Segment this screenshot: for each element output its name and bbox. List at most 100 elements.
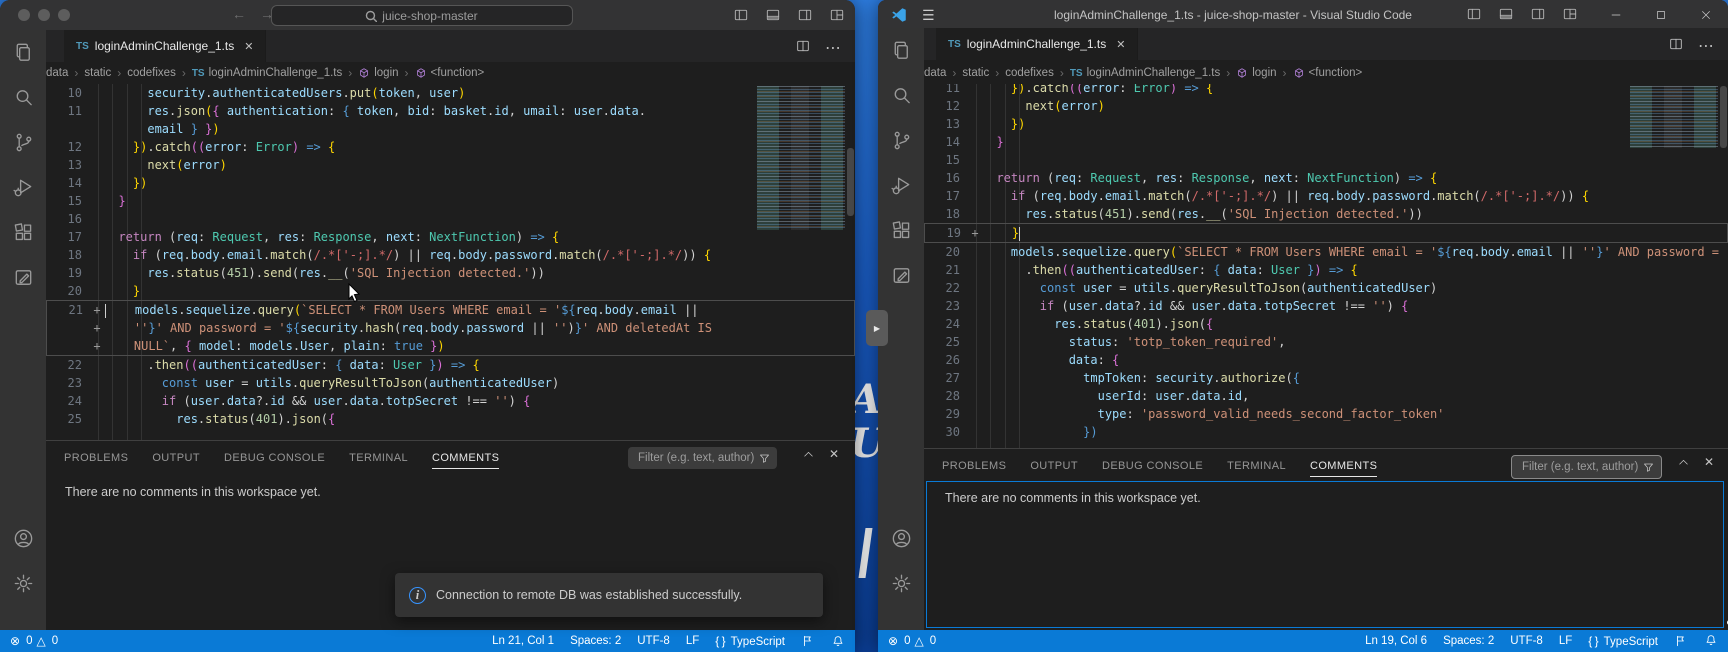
line-number[interactable]: 14 — [46, 174, 88, 192]
code-line[interactable]: 17 return (req: Request, res: Response, … — [46, 228, 855, 246]
files-icon[interactable] — [0, 30, 46, 75]
code-line[interactable]: 15 — [924, 151, 1728, 169]
line-number[interactable] — [46, 120, 88, 138]
line-number[interactable]: 18 — [924, 205, 966, 223]
maximize-panel-icon[interactable] — [1677, 456, 1690, 469]
line-number[interactable]: 22 — [46, 356, 88, 374]
split-editor-icon[interactable] — [795, 38, 811, 54]
minimap[interactable] — [757, 86, 845, 230]
code-line[interactable]: 30 }) — [924, 423, 1728, 441]
panel-tab-comments[interactable]: COMMENTS — [431, 446, 500, 469]
breadcrumb-item[interactable]: login — [1236, 67, 1277, 79]
scrollbar-slider[interactable] — [847, 148, 854, 216]
customize-layout-icon[interactable] — [1562, 6, 1578, 22]
breadcrumb-item[interactable]: data — [924, 67, 946, 79]
files-icon[interactable] — [878, 28, 924, 73]
code-line[interactable]: 26 data: { — [924, 351, 1728, 369]
code-line[interactable]: + ''}' AND password = '${security.hash(r… — [46, 319, 855, 337]
line-number[interactable]: 13 — [924, 115, 966, 133]
panel-tab-terminal[interactable]: TERMINAL — [1227, 454, 1286, 476]
code-line[interactable]: 13 next(error) — [46, 156, 855, 174]
code-line[interactable]: 14 }) — [46, 174, 855, 192]
panel-tab-problems[interactable]: PROBLEMS — [64, 446, 128, 468]
line-number[interactable]: 17 — [924, 187, 966, 205]
panel-tab-problems[interactable]: PROBLEMS — [942, 454, 1006, 476]
code-line[interactable]: 19 res.status(451).send(res.__('SQL Inje… — [46, 264, 855, 282]
code-line[interactable]: 20 } — [46, 282, 855, 300]
line-number[interactable]: 30 — [924, 423, 966, 441]
more-actions-icon[interactable]: ⋯ — [1698, 36, 1714, 56]
code-line[interactable]: 17 if (req.body.email.match(/.*['-;].*/)… — [924, 187, 1728, 205]
code-editor[interactable]: 10 security.authenticatedUsers.put(token… — [46, 84, 855, 440]
line-number[interactable]: 29 — [924, 405, 966, 423]
line-number[interactable]: 27 — [924, 369, 966, 387]
comments-filter[interactable] — [628, 447, 777, 469]
cursor-position-status[interactable]: Ln 21, Col 1 — [492, 635, 554, 647]
problems-status[interactable]: ⊗ 0 △ 0 — [878, 634, 936, 648]
breadcrumb-item[interactable]: <function> — [415, 67, 484, 79]
line-number[interactable]: 28 — [924, 387, 966, 405]
breadcrumb-item[interactable]: static — [962, 67, 989, 79]
code-line[interactable]: 23 const user = utils.queryResultToJson(… — [46, 374, 855, 392]
minimize-window-icon[interactable] — [1593, 0, 1638, 30]
code-line[interactable]: email } }) — [46, 120, 855, 138]
code-line[interactable]: 23 if (user.data?.id && user.data.totpSe… — [924, 297, 1728, 315]
line-number[interactable]: 19 — [925, 224, 967, 242]
line-number[interactable]: 16 — [924, 169, 966, 187]
code-line[interactable]: 18 if (req.body.email.match(/.*['-;].*/)… — [46, 246, 855, 264]
line-number[interactable]: 24 — [46, 392, 88, 410]
line-number[interactable]: 13 — [46, 156, 88, 174]
code-line[interactable]: 29 type: 'password_valid_needs_second_fa… — [924, 405, 1728, 423]
code-line[interactable]: 15 } — [46, 192, 855, 210]
code-editor[interactable]: 11 }).catch((error: Error) => {12 next(e… — [924, 84, 1728, 448]
comments-pen-icon[interactable] — [0, 255, 46, 300]
line-number[interactable]: 25 — [924, 333, 966, 351]
line-number[interactable]: 18 — [46, 246, 88, 264]
line-number[interactable]: 19 — [46, 264, 88, 282]
code-line[interactable]: + NULL`, { model: models.User, plain: tr… — [46, 337, 855, 356]
comments-filter-input[interactable] — [1520, 460, 1642, 474]
toggle-secondary-sidebar-icon[interactable] — [1530, 6, 1546, 22]
menu-hamburger-icon[interactable]: ☰ — [922, 7, 935, 24]
line-number[interactable]: 21 — [924, 261, 966, 279]
breadcrumb-item[interactable]: codefixes — [127, 67, 176, 79]
panel-tab-output[interactable]: OUTPUT — [1030, 454, 1078, 476]
code-line[interactable]: 10 security.authenticatedUsers.put(token… — [46, 84, 855, 102]
account-icon[interactable] — [0, 516, 46, 561]
maximize-panel-icon[interactable] — [802, 448, 815, 461]
search-icon[interactable] — [0, 75, 46, 120]
cursor-position-status[interactable]: Ln 19, Col 6 — [1365, 635, 1427, 647]
code-line[interactable]: 27 tmpToken: security.authorize({ — [924, 369, 1728, 387]
close-panel-icon[interactable]: ✕ — [829, 447, 839, 461]
indentation-status[interactable]: Spaces: 2 — [1443, 635, 1494, 647]
account-icon[interactable] — [878, 516, 924, 561]
close-panel-icon[interactable]: ✕ — [1704, 455, 1714, 469]
line-number[interactable]: 15 — [46, 192, 88, 210]
problems-status[interactable]: ⊗ 0 △ 0 — [0, 634, 58, 648]
eol-status[interactable]: LF — [686, 635, 699, 647]
line-number[interactable]: 12 — [46, 138, 88, 156]
line-number[interactable]: 17 — [46, 228, 88, 246]
source-control-icon[interactable] — [878, 118, 924, 163]
code-line[interactable]: 22 .then((authenticatedUser: { data: Use… — [46, 356, 855, 374]
breadcrumb-item[interactable]: TS loginAdminChallenge_1.ts — [1070, 67, 1220, 79]
line-number[interactable]: 24 — [924, 315, 966, 333]
line-number[interactable]: 14 — [924, 133, 966, 151]
more-actions-icon[interactable]: ⋯ — [825, 38, 841, 58]
code-line[interactable]: 13 }) — [924, 115, 1728, 133]
notification-toast[interactable]: i Connection to remote DB was establishe… — [395, 573, 823, 617]
code-line[interactable]: 22 const user = utils.queryResultToJson(… — [924, 279, 1728, 297]
panel-tab-debug-console[interactable]: DEBUG CONSOLE — [1102, 454, 1203, 476]
line-number[interactable]: 21 — [47, 301, 89, 319]
line-number[interactable]: 23 — [46, 374, 88, 392]
toggle-panel-icon[interactable] — [1498, 6, 1514, 22]
breadcrumb-item[interactable]: codefixes — [1005, 67, 1054, 79]
back-arrow-icon[interactable]: ← — [232, 6, 260, 22]
code-line[interactable]: 24 if (user.data?.id && user.data.totpSe… — [46, 392, 855, 410]
panel-reveal-handle[interactable]: ▶ — [866, 310, 888, 346]
code-line[interactable]: 12 next(error) — [924, 97, 1728, 115]
code-line[interactable]: 25 res.status(401).json({ — [46, 410, 855, 428]
line-number[interactable]: 11 — [924, 84, 966, 97]
customize-layout-icon[interactable] — [829, 7, 845, 23]
minimap[interactable] — [1630, 86, 1718, 148]
